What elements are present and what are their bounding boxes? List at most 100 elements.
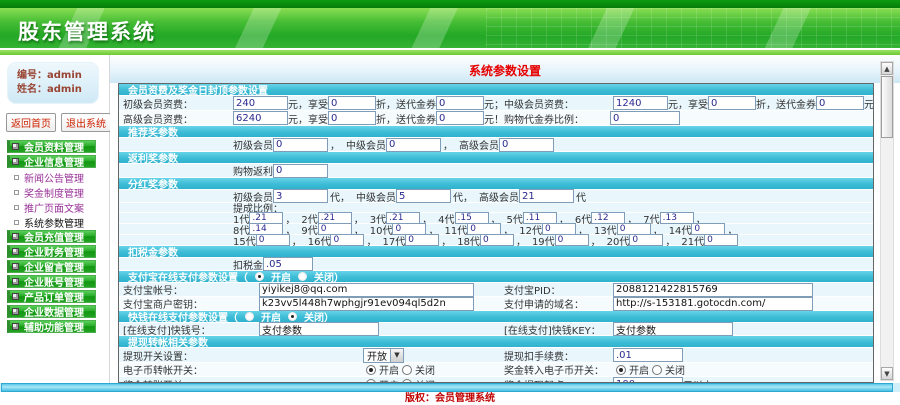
sidebar-menu-item[interactable]: 辅助功能管理 <box>7 320 96 334</box>
bonus-to-ecoin-off-radio[interactable] <box>652 364 662 375</box>
alipay-on-radio[interactable] <box>255 272 264 281</box>
sidebar-submenu-item-sysparams[interactable]: 系统参数管理 <box>0 215 109 230</box>
shopping-rebate-input[interactable] <box>273 163 328 178</box>
recommend-award-input[interactable] <box>499 137 554 152</box>
scroll-up-icon[interactable]: ▲ <box>881 62 893 75</box>
junior-fee-input[interactable] <box>233 96 288 110</box>
sidebar-menu-label: 辅助功能管理 <box>24 323 84 334</box>
section-header-withdraw: 提现转帐相关参数 <box>119 336 873 349</box>
field-text: 元，享受 <box>668 99 708 111</box>
junior-voucher-input[interactable] <box>436 96 484 110</box>
submenu-bullet-icon <box>14 205 19 210</box>
senior-fee-input[interactable] <box>233 111 288 125</box>
field-text: 代， <box>330 192 350 204</box>
junior-discount-input[interactable] <box>328 96 376 110</box>
user-id-label: 编号： <box>17 70 47 81</box>
user-name-label: 姓名： <box>17 84 47 95</box>
exit-button[interactable]: 退出系统 <box>61 113 111 132</box>
sidebar-menu-label: 企业数据管理 <box>24 308 84 319</box>
ecoin-transfer-off-radio[interactable] <box>402 364 412 375</box>
radio-label: 关闭 <box>415 366 435 377</box>
menu-cube-icon <box>12 248 19 255</box>
submenu-bullet-icon <box>14 220 19 225</box>
generation-ratio-input[interactable] <box>255 234 290 246</box>
generation-ratio-input[interactable] <box>704 234 739 246</box>
submenu-bullet-icon <box>14 175 19 180</box>
field-label: 提现扣手续费： <box>504 351 574 363</box>
field-text: 元，享受 <box>288 114 328 126</box>
mid-discount-input[interactable] <box>708 96 756 110</box>
scroll-down-icon[interactable]: ▼ <box>881 367 893 380</box>
menu-cube-icon <box>12 263 19 270</box>
field-text: 元，享受 <box>288 99 328 111</box>
field-text: 代 <box>576 192 586 204</box>
horizontal-scrollbar-thumb[interactable] <box>1 383 893 392</box>
vertical-scrollbar[interactable]: ▲ ▼ <box>880 61 894 381</box>
sidebar-menu-item[interactable]: 会员资料管理 <box>7 140 96 154</box>
field-text: 折，送代金券 <box>376 99 436 111</box>
field-text: 折，送代金券 <box>376 114 436 126</box>
form-row-gens3: 15代 ， 16代 ， 17代 <box>119 234 873 248</box>
sidebar-menu-item[interactable]: 企业账号管理 <box>7 275 96 289</box>
kuaiqian-key-input[interactable] <box>613 322 733 336</box>
alipay-key-input[interactable] <box>259 296 474 311</box>
bonus-level-input[interactable] <box>519 189 574 203</box>
menu-cube-icon <box>12 293 19 300</box>
field-text: 元； <box>864 99 874 111</box>
form-row-withdraw2: 电子币转帐开关： 开启 关闭 奖金转入电子币开关： 开启 关闭 <box>119 363 873 377</box>
home-button[interactable]: 返回首页 <box>6 113 56 132</box>
generation-label: 20代 <box>606 236 630 248</box>
horizontal-scrollbar[interactable] <box>0 383 900 392</box>
sidebar-submenu-item-bonus[interactable]: 奖金制度管理 <box>0 185 109 200</box>
bonus-to-ecoin-on-radio[interactable] <box>616 364 626 375</box>
form-row-alipay1: 支付宝帐号： 支付宝PID： <box>119 282 873 297</box>
sidebar-menu-label: 会员资料管理 <box>24 143 84 154</box>
app-banner: 股东管理系统 <box>0 8 900 48</box>
voucher-ratio-input[interactable] <box>610 111 680 125</box>
sidebar-submenu-item-news[interactable]: 新闻公告管理 <box>0 170 109 185</box>
generation-ratio-input[interactable] <box>479 234 514 246</box>
radio-label: 关闭 <box>665 366 685 377</box>
mid-fee-input[interactable] <box>613 96 668 110</box>
sidebar-menu-label: 企业留言管理 <box>24 263 84 274</box>
generation-ratio-input[interactable] <box>554 234 589 246</box>
sidebar-submenu-item-promo[interactable]: 推广页面文案 <box>0 200 109 215</box>
section-header-fee: 会员资费及奖金日封顶参数设置 <box>119 84 873 97</box>
sidebar-menu-item[interactable]: 企业财务管理 <box>7 245 96 259</box>
user-info-box: 编号：admin 姓名：admin <box>7 62 99 104</box>
kuaiqian-account-input[interactable] <box>259 322 379 336</box>
field-label: 初级会员资费： <box>123 99 193 111</box>
recommend-award-input[interactable] <box>386 137 441 152</box>
menu-cube-icon <box>12 323 19 330</box>
sidebar-menu-item[interactable]: 产品订单管理 <box>7 290 96 304</box>
senior-voucher-input[interactable] <box>436 111 484 125</box>
ecoin-transfer-on-radio[interactable] <box>366 364 376 375</box>
bonus-level-input[interactable] <box>396 189 451 203</box>
withdraw-fee-input[interactable] <box>613 348 683 362</box>
sidebar-menu-item[interactable]: 企业数据管理 <box>7 305 96 319</box>
sidebar-menu-item[interactable]: 企业留言管理 <box>7 260 96 274</box>
sidebar-menu-item[interactable]: 企业信息管理 <box>7 155 96 169</box>
sidebar-menu-item[interactable]: 会员充值管理 <box>7 230 96 244</box>
submenu-label: 推广页面文案 <box>24 204 84 215</box>
page-title: 系统参数设置 <box>468 64 541 78</box>
generation-ratio-input[interactable] <box>330 234 365 246</box>
alipay-domain-input[interactable] <box>613 296 813 311</box>
vertical-scrollbar-thumb[interactable] <box>881 76 893 138</box>
senior-discount-input[interactable] <box>328 111 376 125</box>
mid-voucher-input[interactable] <box>816 96 864 110</box>
kuaiqian-on-radio[interactable] <box>245 312 254 321</box>
submenu-bullet-icon <box>14 190 19 195</box>
submenu-label: 新闻公告管理 <box>24 174 84 185</box>
alipay-pid-input[interactable] <box>613 282 813 297</box>
recommend-award-input[interactable] <box>273 137 328 152</box>
withdraw-switch-select[interactable]: 开放 ▼ <box>363 347 404 363</box>
alipay-off-radio[interactable] <box>298 272 307 281</box>
kuaiqian-off-radio[interactable] <box>288 312 297 321</box>
field-label: 中级会员资费： <box>504 99 574 111</box>
alipay-account-input[interactable] <box>259 282 474 297</box>
field-text: ， <box>665 236 676 248</box>
generation-ratio-input[interactable] <box>629 234 664 246</box>
generation-ratio-input[interactable] <box>405 234 440 246</box>
field-label: 购物代金券比例： <box>504 114 584 126</box>
